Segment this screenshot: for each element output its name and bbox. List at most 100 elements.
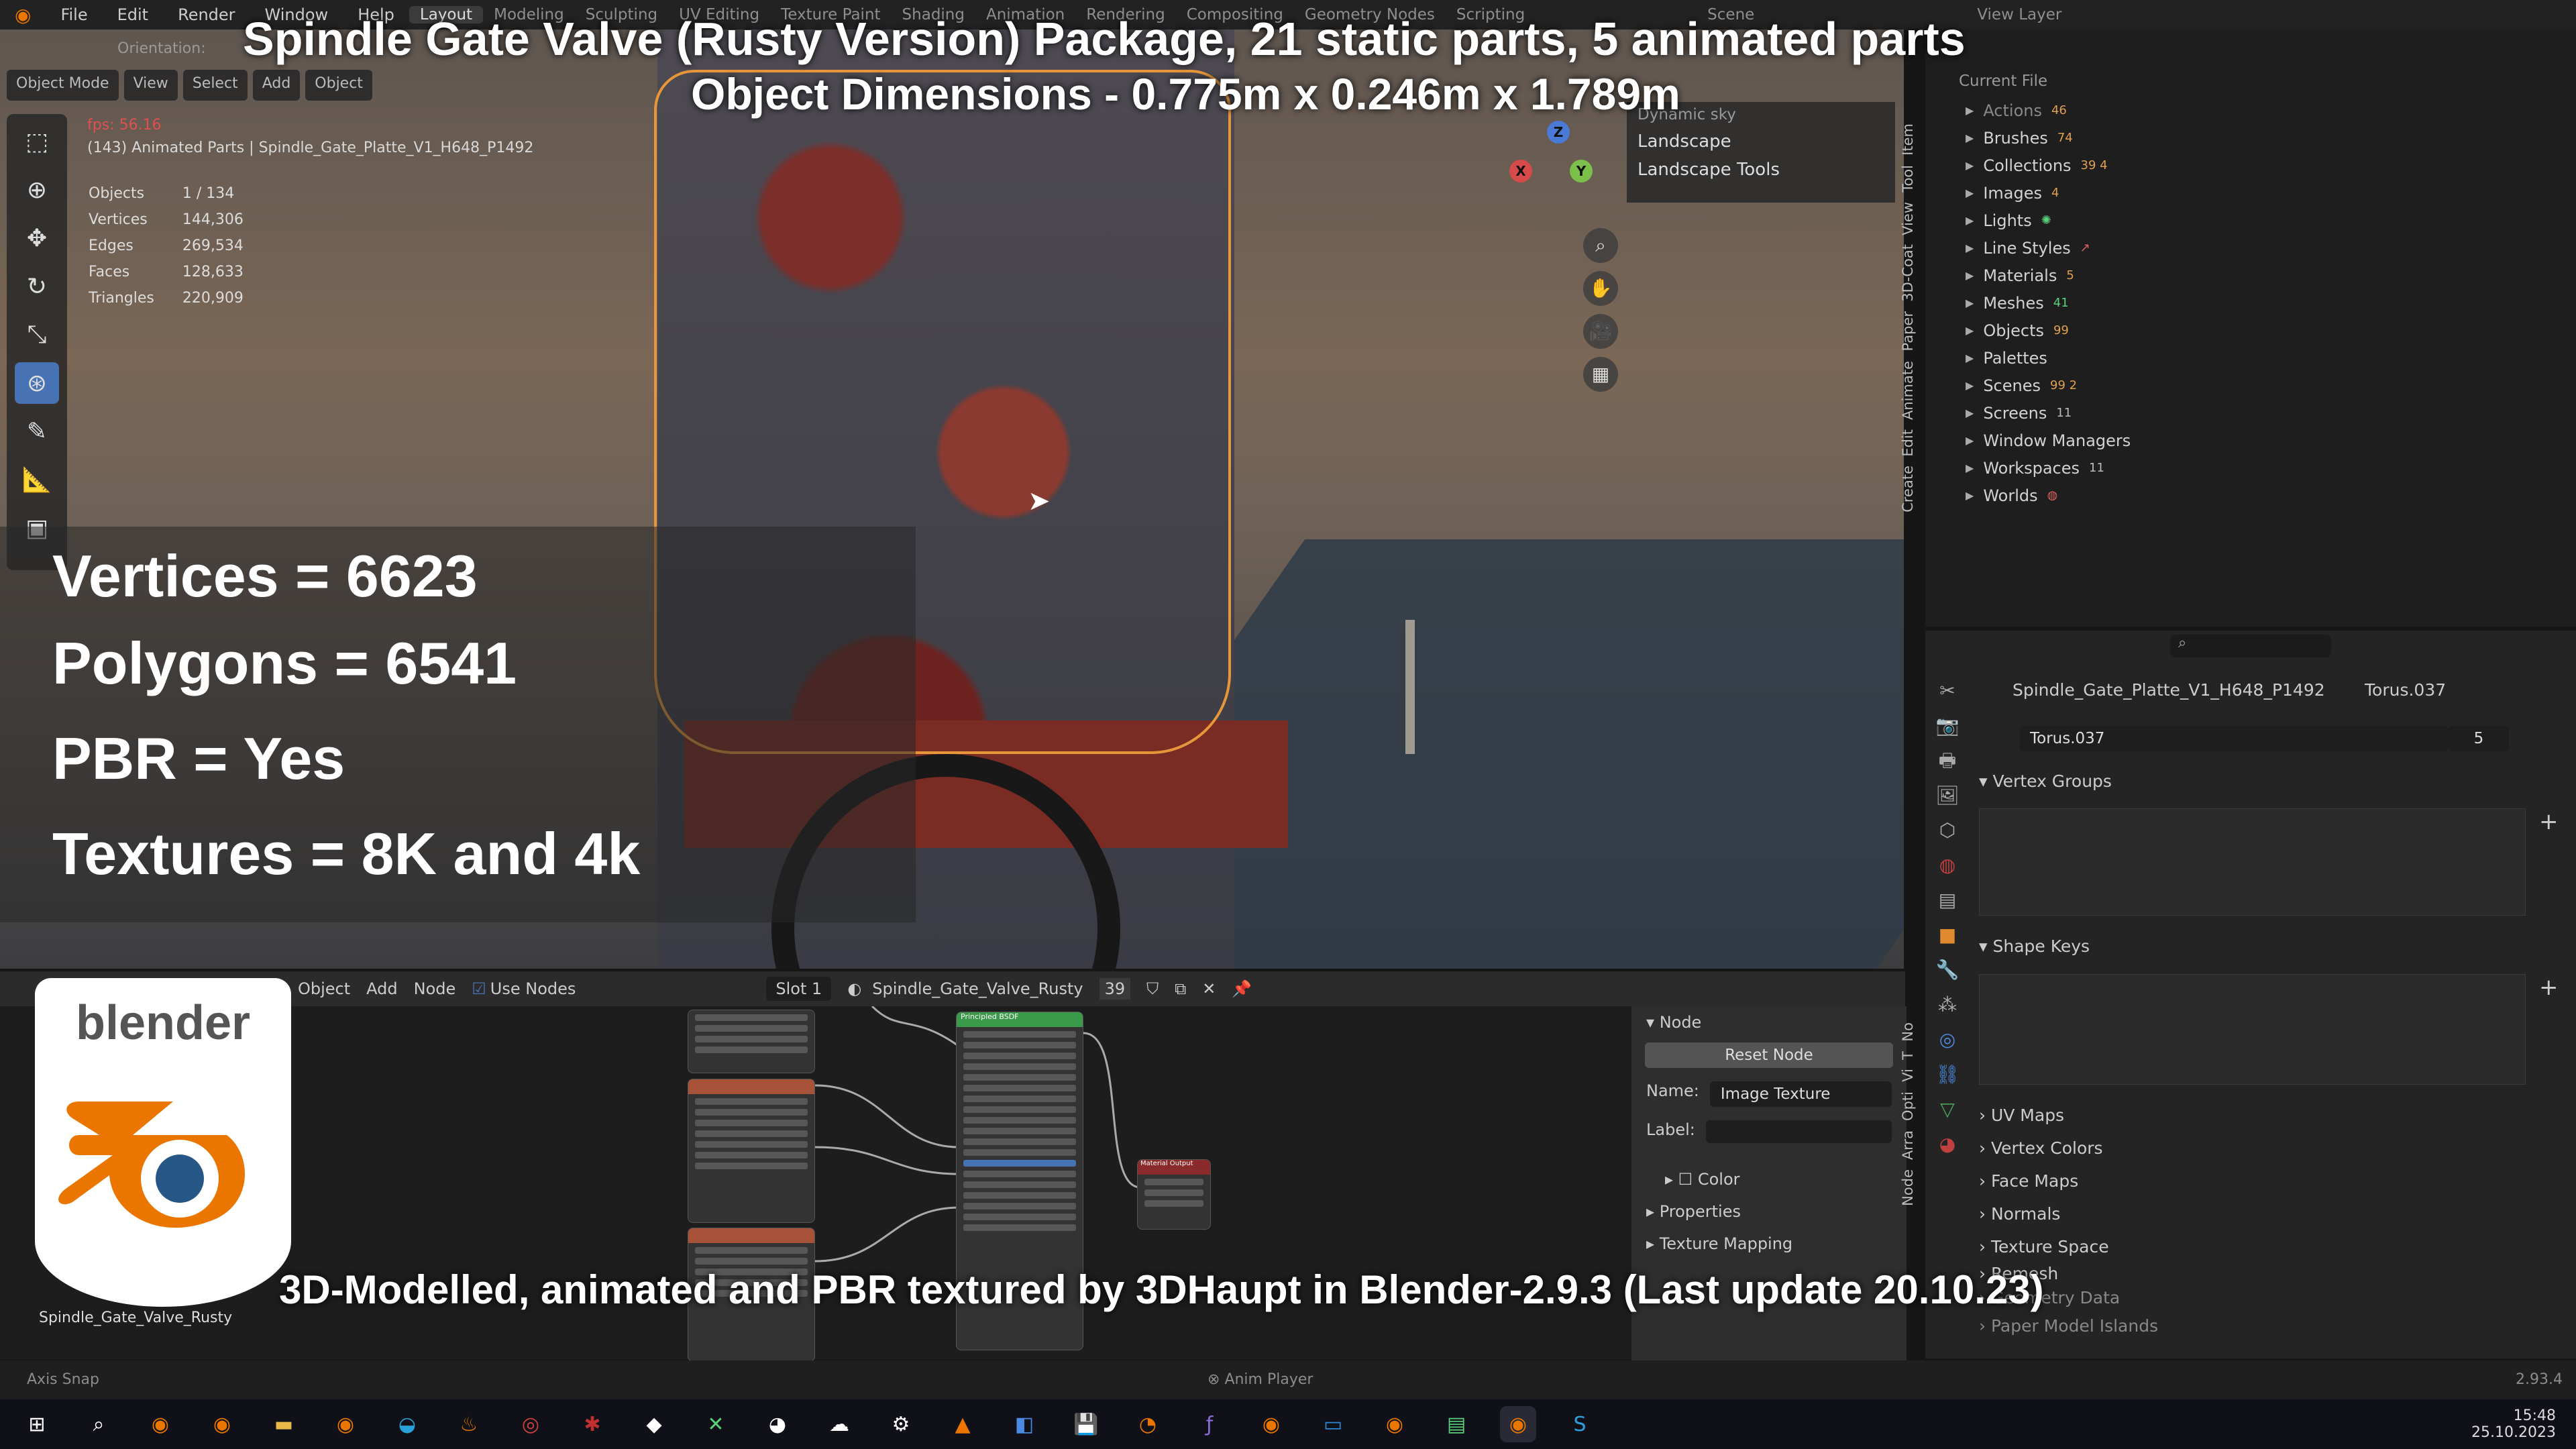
expand-arrow-icon[interactable]: ▶ [1966,104,1974,117]
outliner-row[interactable]: ▶ Collections 39 4 [1966,152,2131,179]
constraints-tab-icon[interactable]: ⛓ [1933,1060,1962,1089]
outliner-row[interactable]: ▶ Materials 5 [1966,262,2131,289]
measure-icon[interactable]: 📐 [15,459,59,500]
mesh-users-count[interactable]: 5 [2449,726,2509,751]
tab-arrange[interactable]: Arra [1900,1130,1916,1160]
cad-app-icon[interactable]: ✕ [698,1406,734,1442]
grid-icon[interactable]: ▦ [1583,357,1618,392]
scale-icon[interactable]: ⤡ [15,314,59,356]
menu-render[interactable]: Render [163,5,250,24]
blender-app-icon[interactable]: ◉ [1500,1406,1536,1442]
navigation-gizmo[interactable]: Z X Y [1509,121,1593,221]
axis-x[interactable]: X [1509,160,1532,182]
cloud-app-icon[interactable]: ☁ [821,1406,857,1442]
clock[interactable]: 15:48 25.10.2023 [2471,1407,2556,1441]
node-menu-node[interactable]: Node [414,979,456,998]
shape-keys-list[interactable] [1979,974,2526,1085]
particles-tab-icon[interactable]: ⁂ [1933,990,1962,1020]
expand-arrow-icon[interactable]: ▶ [1966,159,1974,172]
collection-tab-icon[interactable]: ▤ [1933,885,1962,915]
bug-app-icon[interactable]: ✱ [574,1406,610,1442]
notepad-icon[interactable]: ▤ [1438,1406,1474,1442]
material-sphere-icon[interactable]: ◐ [847,979,861,998]
folder-icon[interactable]: ▬ [266,1406,302,1442]
modifier-tab-icon[interactable]: 🔧 [1933,955,1962,985]
outliner-row[interactable]: ▶ Palettes [1966,344,2131,372]
view-layer-tab-icon[interactable]: 🖼 [1933,781,1962,810]
outliner-row[interactable]: ▶ Meshes 41 [1966,289,2131,317]
tab-node[interactable]: No [1900,1022,1916,1042]
expand-arrow-icon[interactable]: ▶ [1966,489,1974,502]
tab-view[interactable]: Vi [1900,1069,1916,1082]
properties-subpanel[interactable]: ▸ Properties [1631,1195,1907,1228]
outliner-row[interactable]: ▶ Line Styles ↗ [1966,234,2131,262]
duplicate-icon[interactable]: ⧉ [1175,979,1186,998]
spindle-rod[interactable] [1405,620,1415,754]
transform-icon[interactable]: ⊛ [15,362,59,404]
expand-arrow-icon[interactable]: ▶ [1966,434,1974,447]
fake-user-icon[interactable]: ⛉ [1146,979,1159,998]
blender-app-icon[interactable]: ◉ [142,1406,178,1442]
tool-tab-icon[interactable]: ✂ [1933,676,1962,706]
expand-arrow-icon[interactable]: ▶ [1966,269,1974,282]
material-name-field[interactable]: Spindle_Gate_Valve_Rusty [872,979,1083,998]
image-texture-node[interactable] [688,1079,815,1223]
view-layer-selector[interactable]: View Layer [1966,6,2072,23]
skype-icon[interactable]: S [1562,1406,1598,1442]
menu-edit[interactable]: Edit [103,5,163,24]
section-face-maps[interactable]: › Face Maps [1979,1165,2158,1197]
tab-tool[interactable]: T [1900,1051,1916,1060]
slot-dropdown[interactable]: Slot 1 [766,977,832,1001]
outliner-row[interactable]: ▶ Worlds ◍ [1966,482,2131,509]
select-box-icon[interactable]: ⬚ [15,121,59,162]
tab-options[interactable]: Opti [1900,1091,1916,1121]
fire-app-icon[interactable]: ♨ [451,1406,487,1442]
blender-app-icon[interactable]: ◉ [204,1406,240,1442]
color-subpanel[interactable]: ▸ ☐ Color [1631,1163,1907,1195]
expand-arrow-icon[interactable]: ▶ [1966,131,1974,144]
tab-edit[interactable]: Edit [1900,429,1916,457]
rotate-icon[interactable]: ↻ [15,266,59,307]
object-menu[interactable]: Object [305,70,372,101]
object-mode-dropdown[interactable]: Object Mode [7,70,119,101]
tab-item[interactable]: Item [1900,123,1916,156]
blender-menu-icon[interactable]: ◉ [0,4,46,26]
expand-arrow-icon[interactable]: ▶ [1966,324,1974,337]
pan-hand-icon[interactable]: ✋ [1583,271,1618,306]
material-tab-icon[interactable]: ◕ [1933,1130,1962,1159]
tab-node-wrangler[interactable]: Node [1900,1169,1916,1206]
expand-arrow-icon[interactable]: ▶ [1966,241,1974,254]
expand-arrow-icon[interactable]: ▶ [1966,352,1974,364]
outliner-row[interactable]: ▶ Objects 99 [1966,317,2131,344]
material-output-node[interactable]: Material Output [1137,1159,1211,1230]
tab-create[interactable]: Create [1900,466,1916,513]
scene-tab-icon[interactable]: ⬡ [1933,816,1962,845]
node-label-field[interactable] [1705,1120,1892,1143]
save-app-icon[interactable]: 💾 [1068,1406,1104,1442]
axis-z[interactable]: Z [1547,121,1570,144]
vlc-icon[interactable]: ▲ [945,1406,981,1442]
blender-app-icon[interactable]: ◉ [1377,1406,1413,1442]
expand-arrow-icon[interactable]: ▶ [1966,297,1974,309]
node-panel-header[interactable]: ▾ Node [1631,1006,1907,1038]
expand-arrow-icon[interactable]: ▶ [1966,214,1974,227]
object-tab-icon[interactable]: ■ [1933,920,1962,950]
blender-app-icon[interactable]: ◉ [1253,1406,1289,1442]
reset-node-button[interactable]: Reset Node [1645,1042,1893,1068]
menu-file[interactable]: File [46,5,102,24]
mesh-data-tab-icon[interactable]: ▽ [1933,1095,1962,1124]
tab-animate[interactable]: Animate [1900,361,1916,420]
windows-start-icon[interactable]: ⊞ [19,1406,55,1442]
shape-app-icon[interactable]: ◧ [1006,1406,1042,1442]
annotate-icon[interactable]: ✎ [15,411,59,452]
vertex-groups-list[interactable] [1979,808,2526,916]
search-icon[interactable]: ⌕ [80,1406,117,1442]
npanel-landscape[interactable]: Landscape [1627,127,1895,156]
image-texture-node[interactable] [688,1010,815,1073]
mesh-data-field[interactable]: Torus.037 [2019,726,2449,751]
outliner-row[interactable]: ▶ Actions 46 [1966,97,2131,124]
move-icon[interactable]: ✥ [15,217,59,259]
expand-arrow-icon[interactable]: ▶ [1966,462,1974,474]
select-menu[interactable]: Select [182,70,248,101]
outliner-row[interactable]: ▶ Images 4 [1966,179,2131,207]
